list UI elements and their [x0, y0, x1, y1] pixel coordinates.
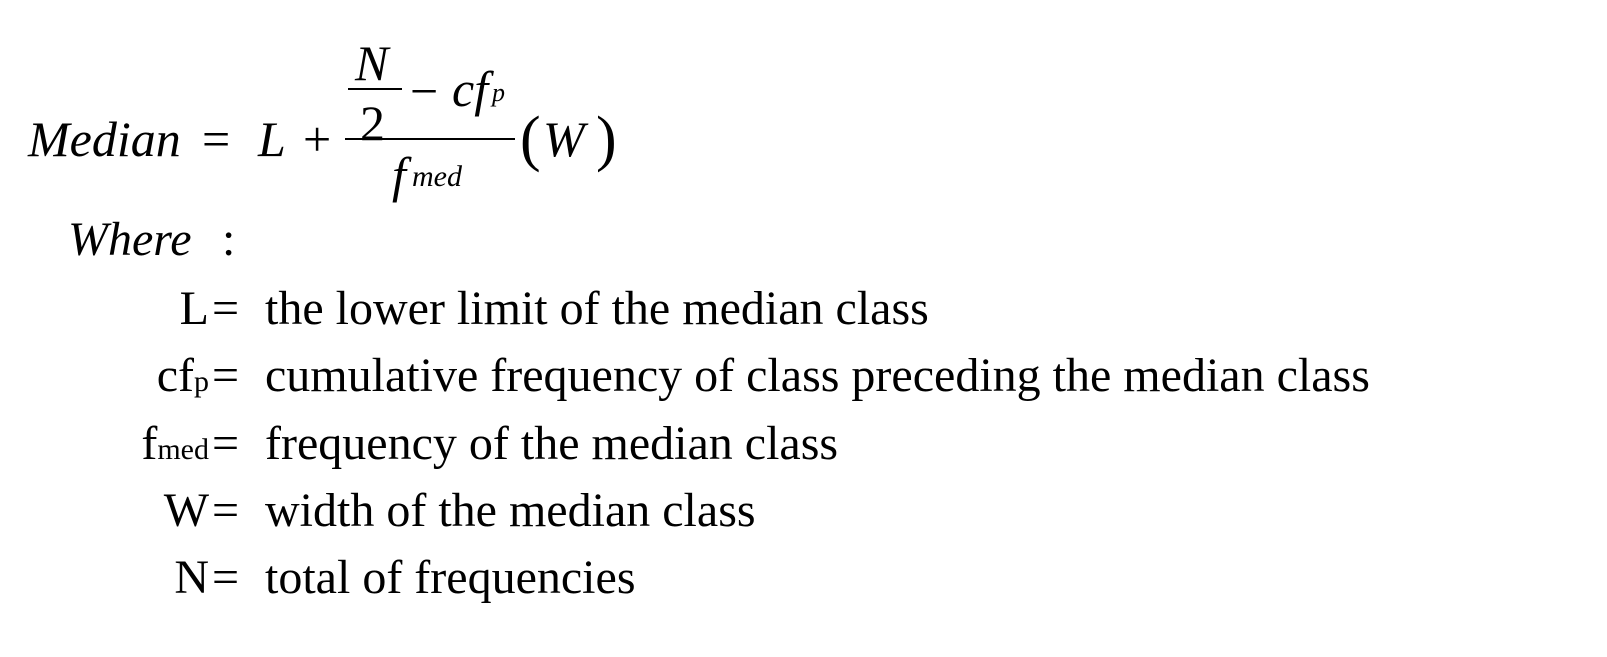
formula-N: N: [355, 35, 389, 91]
definition-symbol: N: [174, 551, 209, 604]
definition-text: width of the median class: [265, 484, 756, 537]
formula-f: f: [392, 147, 406, 203]
definition-equals: =: [212, 282, 240, 335]
formula-plus: +: [303, 111, 332, 167]
definition-symbol: cfp: [156, 349, 209, 402]
definition-row-cfp: cfp = cumulative frequency of class prec…: [0, 352, 1607, 412]
formula-minus: −: [410, 63, 439, 119]
definition-text: the lower limit of the median class: [265, 282, 929, 335]
definition-symbol: fmed: [141, 417, 209, 470]
definition-row-L: L = the lower limit of the median class: [0, 285, 1607, 345]
formula-cf-subscript: p: [492, 78, 505, 107]
definition-symbol: L: [179, 282, 209, 335]
definition-row-N: N = total of frequencies: [0, 554, 1607, 614]
formula-lhs: Median: [28, 111, 181, 167]
definition-text: frequency of the median class: [265, 417, 839, 470]
definition-text: total of frequencies: [265, 551, 636, 604]
formula-cf: cf: [452, 61, 489, 117]
main-fraction-bar: [345, 138, 515, 140]
formula-equals: =: [202, 111, 231, 167]
formula-open-paren: (: [520, 105, 541, 173]
definition-equals: =: [212, 417, 240, 470]
small-fraction-bar: [348, 88, 402, 90]
definition-equals: =: [212, 484, 240, 537]
definition-row-fmed: fmed = frequency of the median class: [0, 420, 1607, 480]
definition-symbol: W: [163, 484, 209, 537]
where-colon: :: [222, 213, 236, 266]
definition-equals: =: [212, 349, 240, 402]
formula-W: W: [543, 111, 585, 167]
definition-row-W: W = width of the median class: [0, 487, 1607, 547]
definition-equals: =: [212, 551, 240, 604]
formula-f-subscript: med: [412, 160, 462, 193]
formula-L: L: [258, 111, 286, 167]
formula-close-paren: ): [596, 105, 617, 173]
where-label: Where: [68, 213, 192, 266]
formula-two: 2: [360, 95, 385, 151]
definition-text: cumulative frequency of class preceding …: [265, 349, 1370, 402]
